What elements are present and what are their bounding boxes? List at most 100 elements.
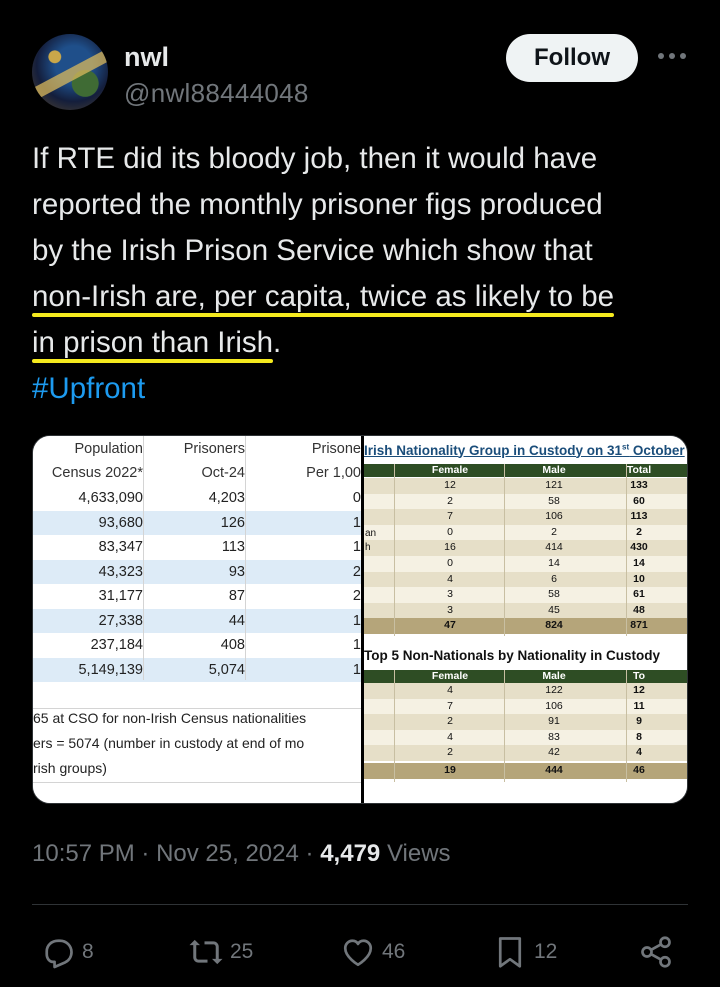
table-row: 2 58 60 bbox=[364, 493, 687, 510]
views-count: 4,479 bbox=[320, 840, 381, 867]
table-row: 2 42 4 bbox=[364, 745, 687, 761]
table-cell: Female bbox=[431, 464, 469, 476]
grid-line bbox=[394, 670, 395, 782]
table-cell: 2 bbox=[551, 525, 557, 538]
more-icon[interactable] bbox=[654, 38, 690, 74]
table-row: 3 45 48 bbox=[364, 602, 687, 619]
table-cell: 4 bbox=[447, 684, 453, 696]
punctuation: . bbox=[273, 326, 282, 359]
table-cell: 408 bbox=[220, 637, 245, 653]
repost-button[interactable]: 25 bbox=[188, 928, 253, 976]
table-row: 237,184 408 1 bbox=[33, 633, 361, 658]
table-title: Top 5 Non-Nationals by Nationality in Cu… bbox=[364, 648, 661, 663]
table-row: 4 83 8 bbox=[364, 729, 687, 746]
share-icon bbox=[641, 936, 671, 968]
table-note: ers = 5074 (number in custody at end of … bbox=[33, 735, 305, 751]
table-cell: 126 bbox=[220, 514, 245, 531]
table-cell: Population bbox=[74, 441, 143, 457]
bookmark-count: 12 bbox=[534, 940, 558, 963]
share-button[interactable] bbox=[638, 928, 674, 976]
table-cell: 45 bbox=[548, 603, 560, 616]
table-cell: 5,149,139 bbox=[78, 661, 143, 678]
divider bbox=[32, 904, 688, 905]
table-row: 4 122 12 bbox=[364, 683, 687, 699]
hashtag-link[interactable]: #Upfront bbox=[32, 366, 688, 412]
table-row: 4 6 10 bbox=[364, 571, 687, 588]
table-total-row: 19 444 46 bbox=[364, 763, 687, 779]
table-cell: 60 bbox=[633, 494, 645, 507]
bookmark-button[interactable]: 12 bbox=[492, 928, 557, 976]
table-note: 65 at CSO for non-Irish Census nationali… bbox=[33, 710, 307, 726]
table-cell: 122 bbox=[545, 684, 563, 696]
table-cell: 4,203 bbox=[208, 490, 245, 506]
grid-line bbox=[626, 464, 627, 636]
table-cell: 444 bbox=[545, 764, 563, 776]
table-row: 0 14 14 bbox=[364, 556, 687, 572]
table-header: Female Male To bbox=[364, 670, 687, 683]
table-cell: 31,177 bbox=[98, 588, 143, 604]
table-cell: 2 bbox=[447, 494, 453, 507]
reply-button[interactable]: 8 bbox=[40, 928, 94, 976]
table-cell: 42 bbox=[548, 746, 560, 759]
table-cell: 58 bbox=[548, 494, 560, 507]
table-row: 43,323 93 2 bbox=[33, 559, 361, 584]
table-cell: 6 bbox=[551, 572, 557, 585]
table-cell: 14 bbox=[633, 557, 645, 569]
heart-icon bbox=[343, 939, 373, 967]
table-cell: 113 bbox=[630, 510, 648, 523]
table-note: rish groups) bbox=[33, 760, 107, 776]
row-label: an bbox=[365, 528, 377, 539]
reply-count: 8 bbox=[82, 940, 94, 963]
tweet-header: nwl @nwl88444048 Follow bbox=[32, 30, 692, 120]
table-cell: Prisone bbox=[311, 441, 361, 457]
bookmark-icon bbox=[498, 937, 522, 968]
table-cell: 4,633,090 bbox=[78, 490, 143, 506]
table-cell: Per 1,00 bbox=[306, 465, 361, 481]
table-cell: 93 bbox=[228, 563, 245, 580]
tweet-image[interactable]: Population Prisoners Prisone Census 2022* Oc… bbox=[32, 435, 688, 804]
table-cell: 7 bbox=[447, 510, 453, 523]
table-row: 4,633,090 4,203 0 bbox=[33, 486, 361, 511]
table-row: 7 106 11 bbox=[364, 698, 687, 715]
grid-line bbox=[626, 670, 627, 782]
table-cell: 2 bbox=[352, 588, 361, 604]
table-cell: Male bbox=[542, 464, 566, 476]
table-cell: 4 bbox=[447, 572, 453, 585]
follow-button[interactable]: Follow bbox=[506, 34, 638, 82]
table-row: 5,149,139 5,074 1 bbox=[33, 657, 361, 682]
like-button[interactable]: 46 bbox=[340, 928, 405, 976]
table-cell: 58 bbox=[548, 588, 560, 601]
table-cell: 4 bbox=[636, 746, 642, 759]
table-cell: 121 bbox=[545, 479, 563, 491]
table-cell: To bbox=[632, 670, 646, 682]
table-row: 93,680 126 1 bbox=[33, 510, 361, 535]
table-cell: 1 bbox=[352, 661, 361, 678]
tweet-line: by the Irish Prison Service which show t… bbox=[32, 234, 593, 267]
table-cell: 106 bbox=[545, 699, 563, 712]
table-cell: 133 bbox=[630, 479, 648, 491]
tweet-timestamp[interactable]: 10:57 PM · Nov 25, 2024 · 4,479 Views bbox=[32, 840, 451, 868]
table-cell: 87 bbox=[228, 588, 245, 604]
left-table-image: Population Prisoners Prisone Census 2022* Oc… bbox=[33, 436, 361, 803]
table-cell: 11 bbox=[633, 699, 645, 712]
table-cell: 1 bbox=[352, 539, 361, 555]
table-cell: 2 bbox=[352, 563, 361, 580]
table-cell: 0 bbox=[447, 557, 453, 569]
action-bar: 8 25 46 12 bbox=[32, 928, 688, 976]
row-label: h bbox=[365, 542, 371, 553]
table-cell: 91 bbox=[548, 715, 560, 728]
avatar[interactable] bbox=[32, 34, 108, 110]
table-cell: Oct-24 bbox=[201, 465, 245, 481]
author-handle[interactable]: @nwl88444048 bbox=[124, 78, 309, 109]
table-cell: 414 bbox=[545, 541, 563, 554]
author-name[interactable]: nwl bbox=[124, 42, 169, 73]
table-cell: 0 bbox=[447, 525, 453, 538]
table-cell: 16 bbox=[444, 541, 456, 554]
table-cell: 83,347 bbox=[98, 539, 143, 555]
table-cell: 4 bbox=[447, 730, 453, 743]
table-cell: 46 bbox=[633, 764, 645, 776]
table-cell: 48 bbox=[633, 603, 645, 616]
highlighted-text: in prison than Irish bbox=[32, 326, 274, 359]
time: 10:57 PM bbox=[32, 840, 135, 867]
table-row: 16 414 430 bbox=[364, 540, 687, 556]
